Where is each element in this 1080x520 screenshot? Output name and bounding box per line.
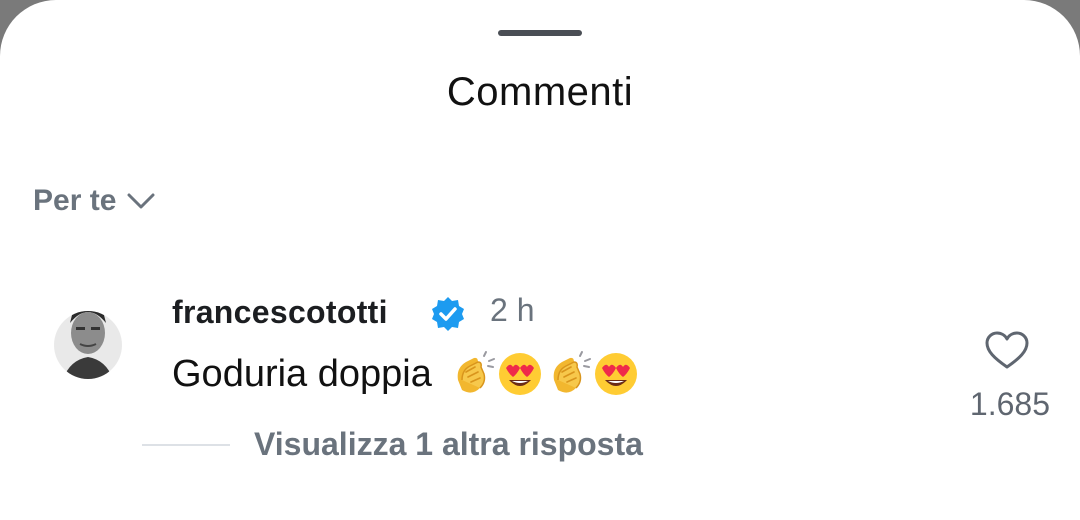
comments-sheet: Commenti Per te francescototti 2 h Godur…	[0, 0, 1080, 520]
chevron-down-icon	[127, 193, 155, 209]
sheet-title: Commenti	[446, 70, 634, 114]
heart-icon[interactable]	[984, 330, 1030, 370]
verified-badge-icon	[432, 297, 464, 331]
like-count: 1.685	[969, 386, 1050, 422]
view-replies-button[interactable]: Visualizza 1 altra risposta	[254, 426, 643, 463]
comment-timestamp: 2 h	[490, 292, 535, 328]
heart-eyes-icon	[498, 353, 541, 395]
avatar[interactable]	[54, 297, 122, 393]
comment-text: Goduria doppia	[172, 352, 432, 395]
clapping-hands-icon	[457, 351, 495, 393]
heart-eyes-icon	[594, 353, 637, 395]
drag-handle[interactable]	[498, 30, 582, 36]
clapping-hands-icon	[553, 351, 591, 393]
replies-divider	[142, 444, 230, 446]
sort-label: Per te	[33, 184, 117, 217]
comment-username[interactable]: francescototti	[172, 294, 388, 331]
comment-emojis	[448, 350, 640, 398]
comment-text-row: Goduria doppia	[172, 350, 640, 398]
sort-dropdown[interactable]: Per te	[33, 184, 156, 218]
